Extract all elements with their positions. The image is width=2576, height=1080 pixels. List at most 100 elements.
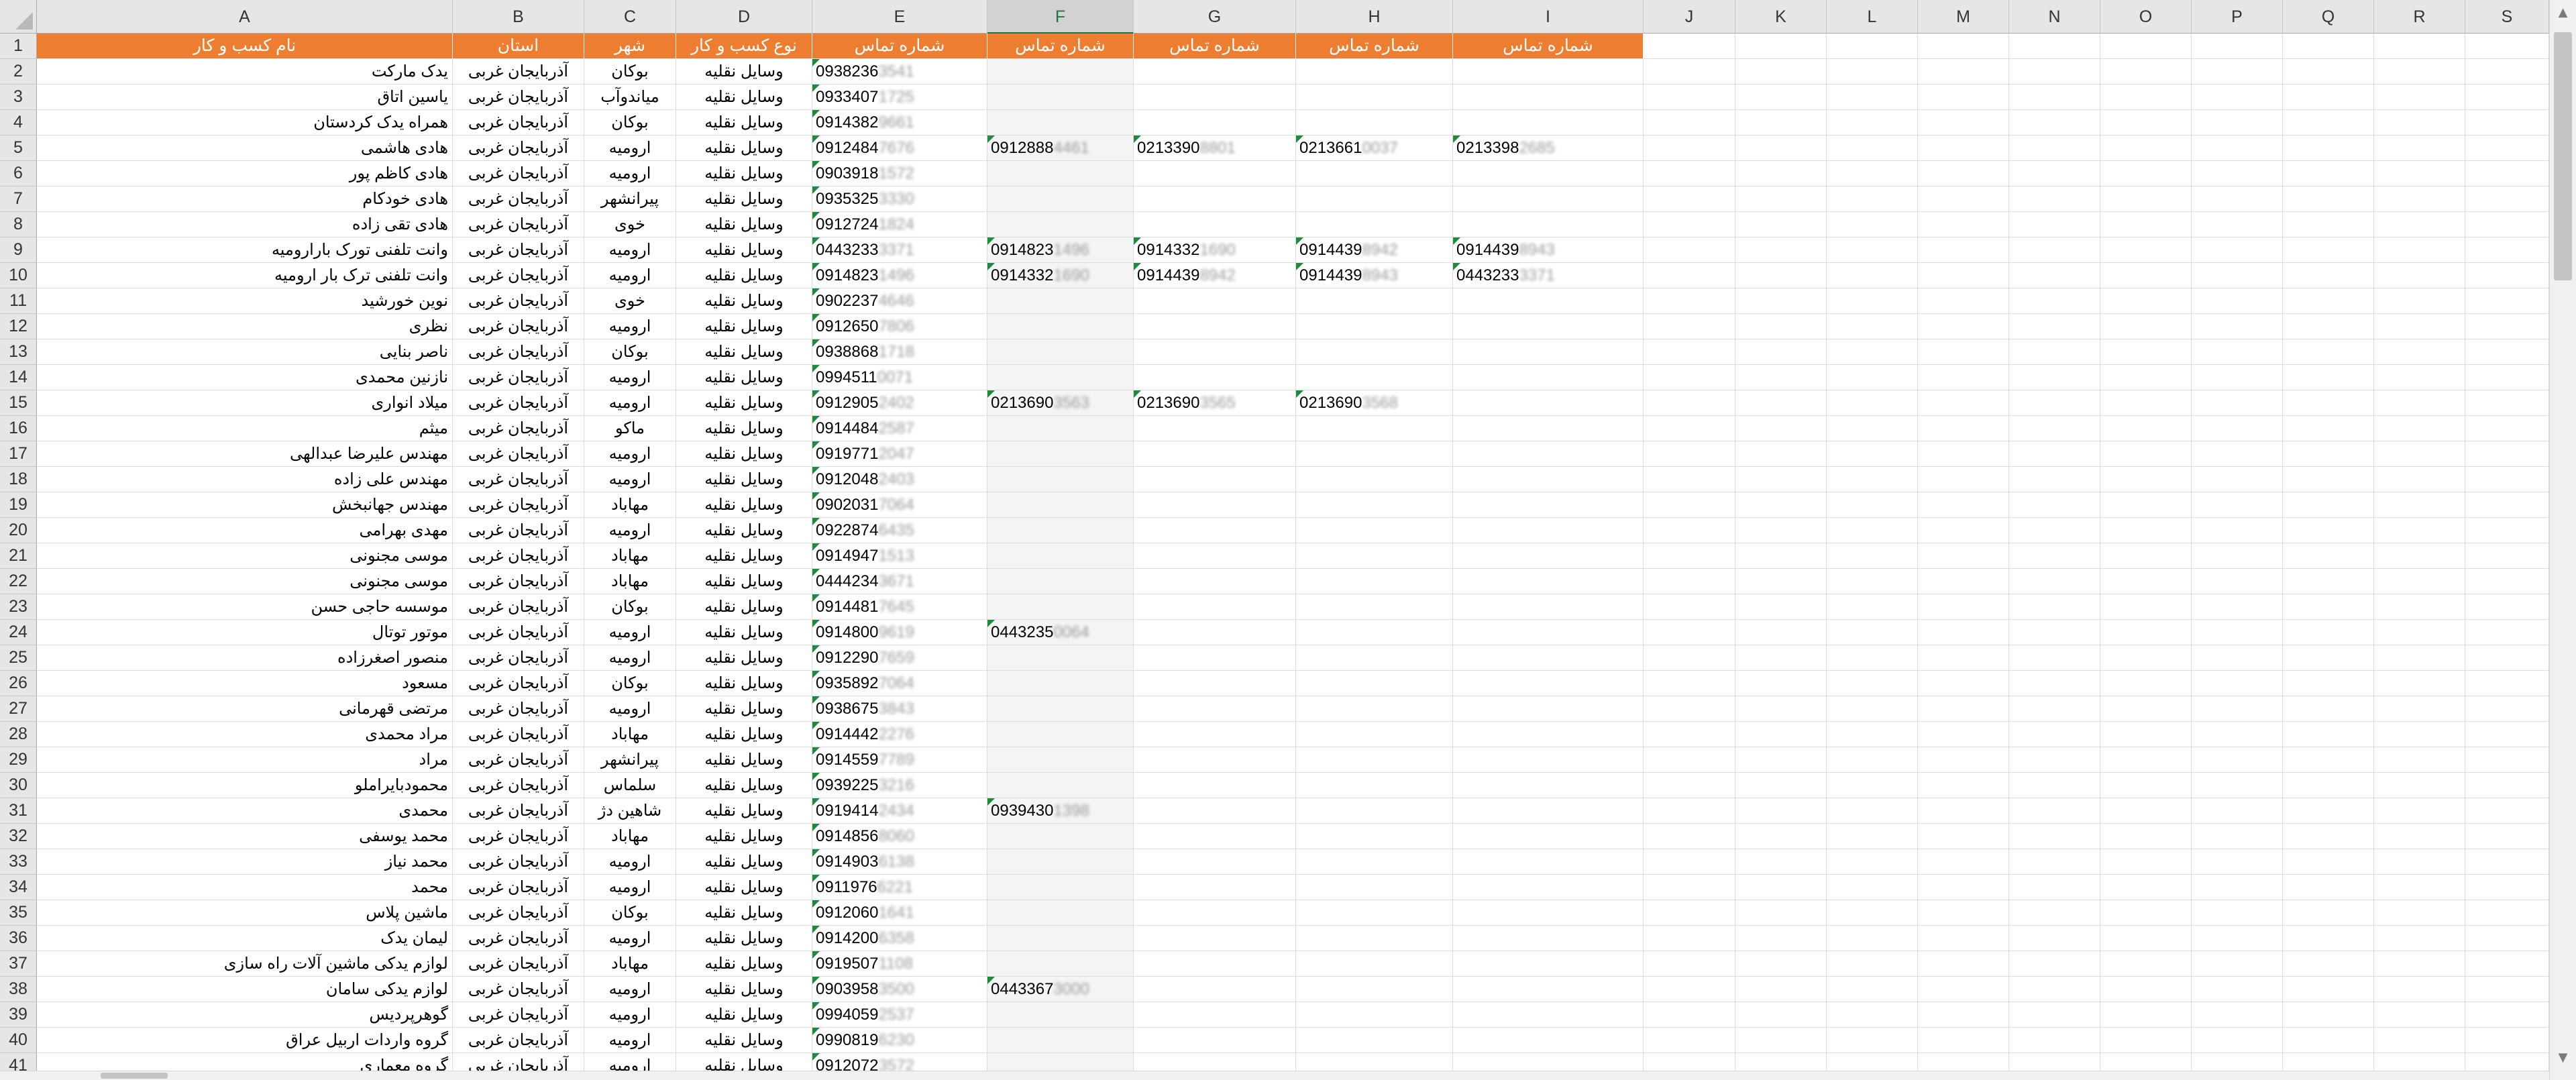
business-name-cell[interactable]: میثم bbox=[37, 416, 453, 441]
phone-cell[interactable]: 04433673000 bbox=[987, 977, 1134, 1002]
cell[interactable] bbox=[2100, 390, 2192, 416]
cell[interactable] bbox=[1134, 798, 1296, 824]
cell[interactable] bbox=[1453, 492, 1644, 518]
business-name-cell[interactable]: مهندس علیرضا عبدالهی bbox=[37, 441, 453, 467]
scroll-up-arrow-icon[interactable]: ▲ bbox=[2550, 0, 2576, 25]
cell[interactable] bbox=[1827, 569, 1918, 594]
business-name-cell[interactable]: محمد یوسفی bbox=[37, 824, 453, 849]
cell[interactable] bbox=[2100, 314, 2192, 339]
cell[interactable] bbox=[2192, 722, 2283, 747]
cell[interactable] bbox=[2374, 467, 2465, 492]
cell[interactable] bbox=[1296, 212, 1453, 237]
cell[interactable] bbox=[1296, 926, 1453, 951]
cell[interactable] bbox=[1827, 186, 1918, 212]
cell[interactable] bbox=[2009, 518, 2100, 543]
cell[interactable] bbox=[2009, 926, 2100, 951]
cell[interactable] bbox=[2192, 849, 2283, 875]
cell[interactable] bbox=[2283, 798, 2374, 824]
row-number[interactable]: 8 bbox=[0, 212, 37, 237]
phone-cell[interactable]: 04432333371 bbox=[1453, 263, 1644, 288]
province-cell[interactable]: آذربایجان غربی bbox=[453, 569, 584, 594]
cell[interactable] bbox=[2009, 1028, 2100, 1053]
city-cell[interactable]: مهاباد bbox=[584, 569, 676, 594]
cell[interactable] bbox=[2374, 59, 2465, 85]
cell[interactable] bbox=[2100, 594, 2192, 620]
phone-cell[interactable]: 09143321690 bbox=[987, 263, 1134, 288]
cell[interactable] bbox=[1453, 161, 1644, 186]
row-number[interactable]: 5 bbox=[0, 136, 37, 161]
cell[interactable] bbox=[1827, 441, 1918, 467]
phone-cell[interactable]: 09120482403 bbox=[812, 467, 987, 492]
city-cell[interactable]: سلماس bbox=[584, 773, 676, 798]
cell[interactable] bbox=[987, 518, 1134, 543]
city-cell[interactable]: بوکان bbox=[584, 594, 676, 620]
cell[interactable] bbox=[1134, 645, 1296, 671]
cell[interactable] bbox=[1644, 365, 1735, 390]
cell[interactable] bbox=[1827, 59, 1918, 85]
cell[interactable] bbox=[987, 212, 1134, 237]
cell[interactable] bbox=[1644, 441, 1735, 467]
column-header-e[interactable]: E bbox=[812, 0, 987, 34]
city-cell[interactable]: ارومیه bbox=[584, 161, 676, 186]
cell[interactable] bbox=[1644, 594, 1735, 620]
cell[interactable] bbox=[1735, 849, 1827, 875]
cell[interactable] bbox=[1918, 594, 2009, 620]
row-number[interactable]: 13 bbox=[0, 339, 37, 365]
cell[interactable] bbox=[2009, 900, 2100, 926]
row-number[interactable]: 20 bbox=[0, 518, 37, 543]
cell[interactable] bbox=[2374, 569, 2465, 594]
cell[interactable] bbox=[1453, 594, 1644, 620]
cell[interactable] bbox=[2465, 722, 2549, 747]
cell[interactable] bbox=[2009, 977, 2100, 1002]
cell[interactable] bbox=[1644, 416, 1735, 441]
cell[interactable] bbox=[1644, 900, 1735, 926]
city-cell[interactable]: مهاباد bbox=[584, 722, 676, 747]
cell[interactable] bbox=[1134, 59, 1296, 85]
cell[interactable] bbox=[2100, 339, 2192, 365]
row-number[interactable]: 18 bbox=[0, 467, 37, 492]
cell[interactable] bbox=[1735, 186, 1827, 212]
cell[interactable] bbox=[2192, 671, 2283, 696]
business-type-cell[interactable]: وسایل نقلیه bbox=[676, 569, 812, 594]
cell[interactable] bbox=[2374, 161, 2465, 186]
phone-cell[interactable]: 09148009619 bbox=[812, 620, 987, 645]
cell[interactable] bbox=[1735, 390, 1827, 416]
cell[interactable] bbox=[1644, 543, 1735, 569]
cell[interactable] bbox=[987, 747, 1134, 773]
cell[interactable] bbox=[1134, 1028, 1296, 1053]
cell[interactable] bbox=[2465, 977, 2549, 1002]
row-number[interactable]: 1 bbox=[0, 34, 37, 59]
row-number[interactable]: 32 bbox=[0, 824, 37, 849]
row-number[interactable]: 14 bbox=[0, 365, 37, 390]
cell[interactable] bbox=[1453, 798, 1644, 824]
cell[interactable] bbox=[1644, 390, 1735, 416]
cell[interactable] bbox=[2465, 212, 2549, 237]
phone-cell[interactable]: 04432350064 bbox=[987, 620, 1134, 645]
cell[interactable] bbox=[1453, 59, 1644, 85]
cell[interactable] bbox=[1296, 416, 1453, 441]
cell[interactable] bbox=[987, 1002, 1134, 1028]
business-name-cell[interactable]: یدک مارکت bbox=[37, 59, 453, 85]
cell[interactable] bbox=[1134, 212, 1296, 237]
cell[interactable] bbox=[2100, 671, 2192, 696]
cell[interactable] bbox=[2009, 645, 2100, 671]
cell[interactable] bbox=[2100, 288, 2192, 314]
city-cell[interactable]: بوکان bbox=[584, 110, 676, 136]
province-cell[interactable]: آذربایجان غربی bbox=[453, 365, 584, 390]
cell[interactable] bbox=[1827, 518, 1918, 543]
cell[interactable] bbox=[1918, 339, 2009, 365]
row-number[interactable]: 12 bbox=[0, 314, 37, 339]
cell[interactable] bbox=[2100, 467, 2192, 492]
province-cell[interactable]: آذربایجان غربی bbox=[453, 288, 584, 314]
business-type-cell[interactable]: وسایل نقلیه bbox=[676, 875, 812, 900]
cell[interactable] bbox=[2283, 722, 2374, 747]
province-cell[interactable]: آذربایجان غربی bbox=[453, 237, 584, 263]
business-type-cell[interactable]: وسایل نقلیه bbox=[676, 314, 812, 339]
cell[interactable] bbox=[2465, 569, 2549, 594]
business-name-cell[interactable]: همراه یدک کردستان bbox=[37, 110, 453, 136]
business-name-cell[interactable]: مراد محمدی bbox=[37, 722, 453, 747]
cell[interactable] bbox=[2100, 773, 2192, 798]
cell[interactable] bbox=[2009, 339, 2100, 365]
cell[interactable] bbox=[2100, 696, 2192, 722]
cell[interactable] bbox=[2192, 390, 2283, 416]
